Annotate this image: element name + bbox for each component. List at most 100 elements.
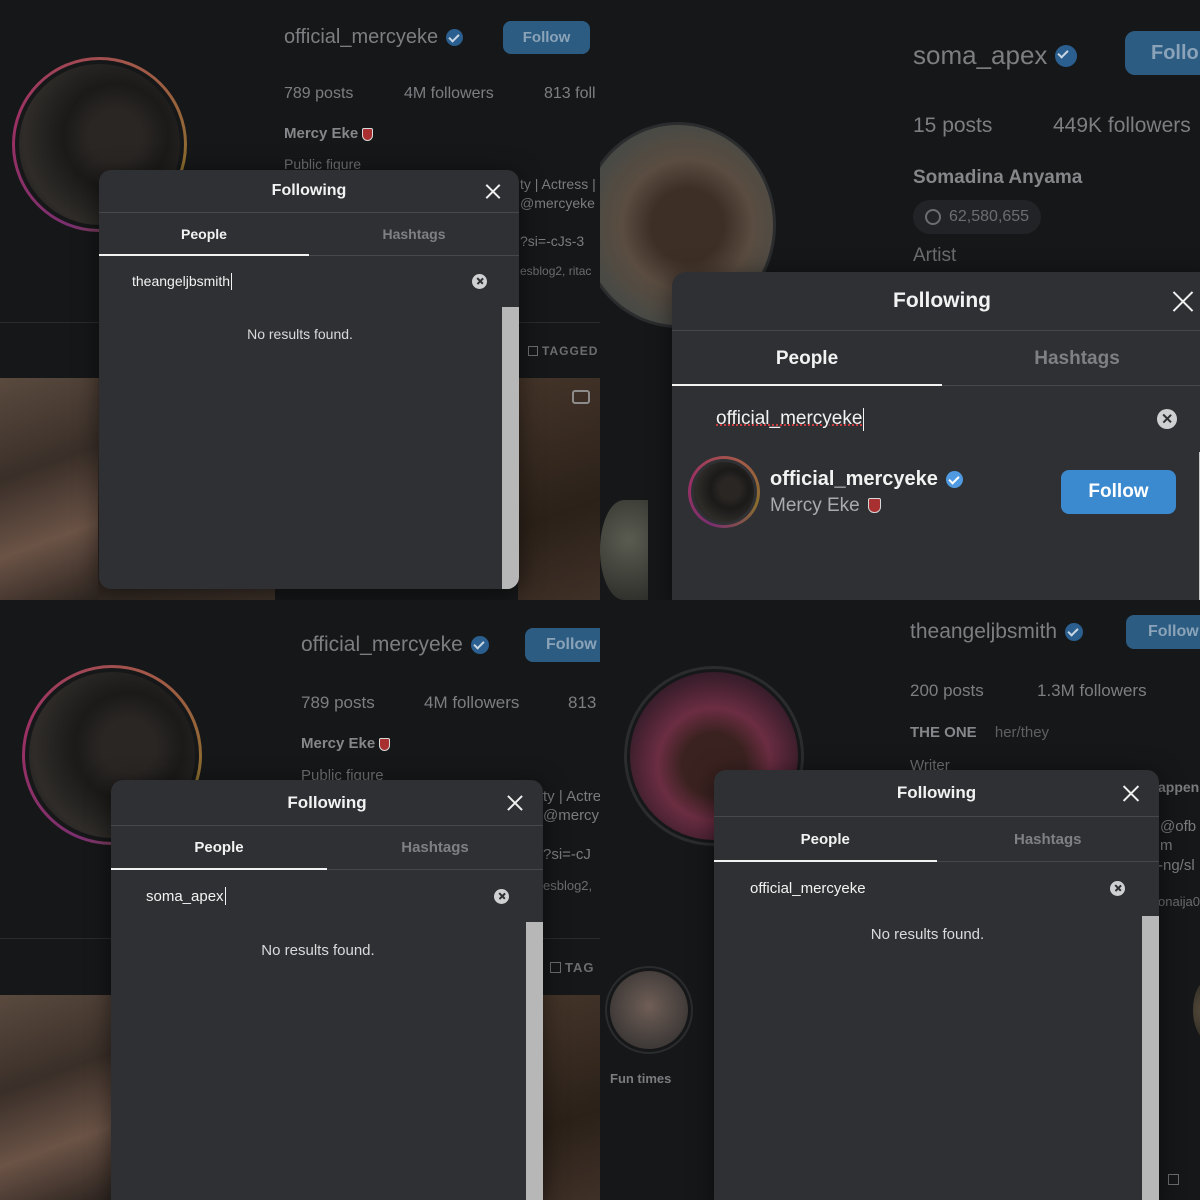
tab-people[interactable]: People [714,817,937,862]
following-count[interactable]: 813 foll [544,85,596,103]
modal-tabs: People Hashtags [672,331,1200,386]
search-input[interactable]: official_mercyeke [672,386,1200,452]
followers-count[interactable]: 4M followers [404,85,494,103]
post-thumbnail[interactable] [0,378,98,600]
verified-icon [1055,44,1078,67]
username-text: theangeljbsmith [910,620,1058,643]
result-text: official_mercyeke Mercy Eke [770,468,963,517]
no-results-message: No results found. [247,326,353,342]
panel-theangeljbsmith-search-mercyeke: theangeljbsmith Follow 200 posts 1.3M fo… [600,600,1200,1200]
username-text: official_mercyeke [301,633,463,656]
scrollbar[interactable] [502,307,519,589]
result-full-name-text: Mercy Eke [770,494,860,516]
result-avatar-image [691,459,757,525]
tagged-icon[interactable] [1168,1174,1179,1185]
followers-count[interactable]: 449K followers [1053,114,1191,138]
threads-count: 62,580,655 [949,208,1030,225]
posts-count[interactable]: 789 posts [301,693,375,713]
modal-title: Following [896,783,977,802]
bio-link[interactable]: ?si=-cJs-3 [520,233,584,249]
modal-tabs: People Hashtags [111,826,543,870]
tagged-icon [528,346,538,356]
profile-follow-button[interactable]: Follo [1125,31,1200,75]
search-value: soma_apex [146,887,224,905]
username-text: soma_apex [913,40,1048,70]
result-avatar [688,456,760,528]
modal-title: Following [287,792,367,812]
verified-icon [945,470,963,488]
result-username-text: official_mercyeke [770,467,938,490]
profile-name: Somadina Anyama [913,167,1083,188]
tagged-icon [550,962,561,973]
posts-count[interactable]: 15 posts [913,114,992,138]
modal-tabs: People Hashtags [99,213,519,256]
threads-badge[interactable]: 62,580,655 [913,200,1042,234]
close-icon[interactable] [483,182,502,201]
close-icon[interactable] [1120,783,1141,804]
search-value: official_mercyeke [716,408,863,429]
search-input[interactable]: official_mercyeke [714,862,1159,914]
search-value: official_mercyeke [750,879,866,897]
modal-tabs: People Hashtags [714,817,1159,862]
tab-people[interactable]: People [672,331,942,386]
bio-line-1: ty | Actre [543,788,600,805]
shield-icon [362,127,374,141]
modal-header: Following [99,170,519,213]
following-modal: Following People Hashtags soma_apex No r… [111,780,543,1200]
tagged-tab[interactable]: TAG [550,960,594,975]
tab-hashtags[interactable]: Hashtags [327,826,543,869]
username-text: official_mercyeke [284,26,439,48]
posts-count[interactable]: 789 posts [284,85,353,103]
search-result-row[interactable]: official_mercyeke Mercy Eke [688,456,963,528]
clear-search-icon[interactable] [1110,881,1125,896]
threads-icon [925,209,941,225]
highlight-image [607,968,691,1052]
bio-line-3: m [1160,837,1173,854]
scrollbar[interactable] [1142,916,1159,1200]
no-results-message: No results found. [261,942,375,959]
no-results-message: No results found. [870,926,985,943]
highlight-thumbnail[interactable] [600,500,648,600]
post-thumbnail[interactable] [542,995,600,1200]
bio-link[interactable]: ?si=-cJ [543,846,591,863]
tab-people[interactable]: People [111,826,327,870]
verified-icon [470,636,489,654]
search-input[interactable]: theangeljbsmith [99,256,519,306]
highlight-fun-times[interactable] [605,966,693,1054]
reel-icon [572,390,590,404]
post-thumbnail[interactable] [0,995,112,1200]
close-icon[interactable] [1169,288,1196,315]
clear-search-icon[interactable] [1157,409,1177,429]
modal-title: Following [271,182,347,199]
panel-soma-apex-search-mercyeke: soma_apex Follo 15 posts 449K followers … [600,0,1200,600]
profile-follow-button[interactable]: Follow [1126,615,1200,649]
shield-icon [379,737,391,751]
highlight-thumbnail[interactable] [1193,980,1200,1040]
following-modal: Following People Hashtags theangeljbsmit… [99,170,519,589]
post-thumbnail[interactable] [518,378,600,600]
tab-hashtags[interactable]: Hashtags [942,331,1200,385]
result-follow-button[interactable]: Follow [1061,470,1176,514]
followers-count[interactable]: 1.3M followers [1037,681,1147,701]
modal-header: Following [111,780,543,826]
followers-count[interactable]: 4M followers [424,693,519,713]
panel-mercyeke-search-soma-apex: official_mercyeke Follow 789 posts 4M fo… [0,600,600,1200]
scrollbar[interactable] [526,922,543,1200]
bio-line-1: appen [1158,779,1200,795]
clear-search-icon[interactable] [472,274,487,289]
profile-follow-button[interactable]: Follow [525,628,600,662]
clear-search-icon[interactable] [494,889,509,904]
bio-link[interactable]: -ng/sl [1158,857,1195,874]
name-text: THE ONE [910,724,977,741]
close-icon[interactable] [505,793,525,813]
tab-hashtags[interactable]: Hashtags [937,817,1160,861]
posts-count[interactable]: 200 posts [910,681,984,701]
tagged-tab[interactable]: TAGGED [528,344,598,358]
search-input[interactable]: soma_apex [111,870,543,922]
tab-people[interactable]: People [99,213,309,256]
profile-username: theangeljbsmith [910,620,1084,644]
profile-follow-button[interactable]: Follow [503,21,590,54]
following-count[interactable]: 813 [568,693,596,713]
name-text: Mercy Eke [301,735,376,752]
tab-hashtags[interactable]: Hashtags [309,213,519,255]
